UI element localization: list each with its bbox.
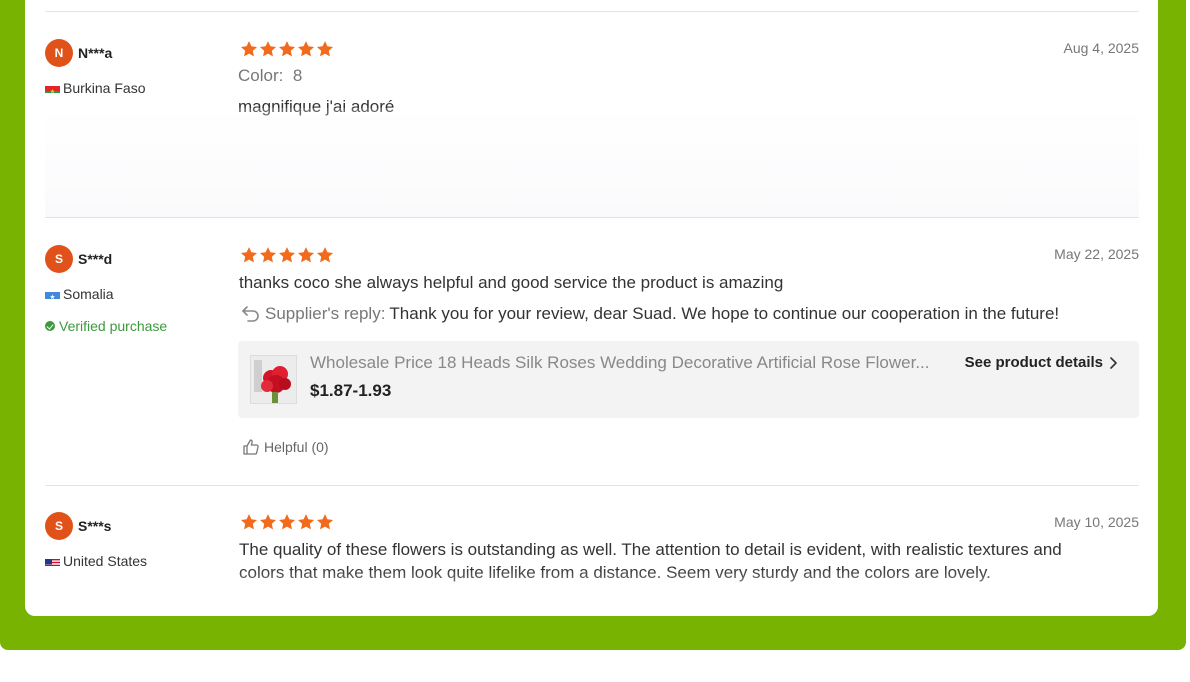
star-rating <box>240 513 334 531</box>
see-details-label: See product details <box>964 354 1103 371</box>
product-card[interactable]: Wholesale Price 18 Heads Silk Roses Wedd… <box>238 341 1139 418</box>
review-item: S S***s United States May 10, 2025 The q… <box>45 486 1139 616</box>
star-icon <box>316 41 334 57</box>
review-date: Aug 4, 2025 <box>1063 40 1139 56</box>
reply-arrow-icon <box>242 306 259 322</box>
reviewer-name: N***a <box>78 45 113 61</box>
avatar: S <box>45 245 73 273</box>
star-icon <box>297 41 315 57</box>
product-title[interactable]: Wholesale Price 18 Heads Silk Roses Wedd… <box>310 353 955 373</box>
verified-purchase: Verified purchase <box>45 318 167 334</box>
country-name: Somalia <box>63 286 114 302</box>
avatar: N <box>45 39 73 67</box>
star-icon <box>297 247 315 263</box>
chevron-right-icon <box>1110 356 1117 369</box>
star-icon <box>297 514 315 530</box>
star-icon <box>278 514 296 530</box>
reviewer-country: Somalia <box>45 286 114 302</box>
reviewer-country: United States <box>45 553 147 569</box>
reply-label: Supplier's reply: <box>265 304 386 323</box>
color-attribute: Color: 8 <box>238 66 302 86</box>
star-icon <box>316 247 334 263</box>
verified-check-icon <box>45 321 55 331</box>
star-icon <box>259 41 277 57</box>
reviewer-country: Burkina Faso <box>45 80 145 96</box>
review-date: May 22, 2025 <box>1054 246 1139 262</box>
star-icon <box>240 514 258 530</box>
review-date: May 10, 2025 <box>1054 514 1139 530</box>
review-text: The quality of these flowers is outstand… <box>239 540 1062 559</box>
country-name: Burkina Faso <box>63 80 146 96</box>
avatar: S <box>45 512 73 540</box>
verified-label: Verified purchase <box>59 318 168 334</box>
thumbs-up-icon <box>243 439 259 455</box>
product-thumbnail <box>250 355 297 404</box>
star-rating <box>240 246 334 264</box>
country-name: United States <box>63 553 148 569</box>
see-product-details-link[interactable]: See product details <box>965 354 1117 371</box>
review-item: N N***a Burkina Faso Aug 4, 2025 Color: … <box>45 0 1139 218</box>
reviews-card: N N***a Burkina Faso Aug 4, 2025 Color: … <box>25 0 1158 616</box>
review-text: thanks coco she always helpful and good … <box>239 273 784 292</box>
supplier-reply: Supplier's reply: Thank you for your rev… <box>241 304 1059 324</box>
star-icon <box>278 247 296 263</box>
star-icon <box>259 514 277 530</box>
collapsed-fade <box>45 108 1139 217</box>
united-states-flag <box>45 556 60 566</box>
star-rating <box>240 40 334 58</box>
color-value: 8 <box>292 66 303 85</box>
helpful-button[interactable]: Helpful (0) <box>242 438 329 456</box>
review-item: S S***d Somalia Verified purchase May 22… <box>45 218 1139 486</box>
collapsed-fade <box>45 568 1139 616</box>
star-icon <box>259 247 277 263</box>
star-icon <box>240 41 258 57</box>
reply-text: Thank you for your review, dear Suad. We… <box>389 304 1060 323</box>
star-icon <box>240 247 258 263</box>
color-label: Color: <box>238 66 284 85</box>
reviewer-name: S***d <box>78 251 113 267</box>
burkina-faso-flag <box>45 83 60 93</box>
reviewer-name: S***s <box>78 518 112 534</box>
helpful-label: Helpful (0) <box>264 439 329 455</box>
product-price: $1.87-1.93 <box>310 381 392 400</box>
somalia-flag <box>45 289 60 299</box>
star-icon <box>278 41 296 57</box>
star-icon <box>316 514 334 530</box>
